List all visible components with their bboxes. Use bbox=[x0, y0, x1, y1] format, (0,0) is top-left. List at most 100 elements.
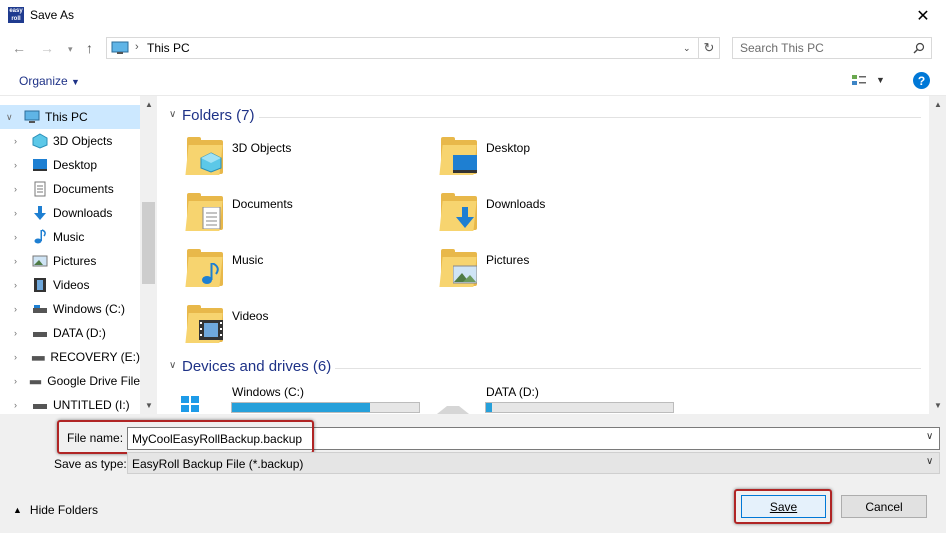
drive-name[interactable]: DATA (D:) bbox=[486, 385, 539, 399]
nav-scrollbar[interactable]: ▲ ▼ bbox=[140, 96, 157, 414]
sidebar-item-google-drive[interactable]: › Google Drive File bbox=[0, 369, 140, 393]
sidebar-item-this-pc[interactable]: ∨ This PC bbox=[0, 105, 140, 129]
address-bar[interactable]: › This PC ⌄ bbox=[106, 37, 720, 59]
close-button[interactable]: ✕ bbox=[900, 0, 946, 31]
folder-name[interactable]: Documents bbox=[232, 197, 293, 211]
sidebar-item-downloads[interactable]: › Downloads bbox=[0, 201, 140, 225]
sidebar-item-windows-c[interactable]: › Windows (C:) bbox=[0, 297, 140, 321]
collapse-group-icon[interactable]: ∨ bbox=[169, 360, 176, 371]
chevron-right-icon: › bbox=[14, 400, 17, 410]
sidebar-item-label: Pictures bbox=[53, 254, 97, 268]
folder-item[interactable] bbox=[439, 137, 479, 177]
chevron-expanded-icon: ∨ bbox=[6, 111, 13, 122]
drives-group-title[interactable]: Devices and drives (6) bbox=[182, 358, 331, 375]
scroll-up-icon[interactable]: ▲ bbox=[934, 100, 942, 109]
organize-button[interactable]: Organize ▼ bbox=[19, 74, 80, 88]
sidebar-item-label: Videos bbox=[53, 278, 90, 292]
folder-name[interactable]: Downloads bbox=[486, 197, 545, 211]
folder-item[interactable] bbox=[185, 137, 225, 177]
chevron-right-icon: › bbox=[14, 304, 17, 314]
folder-name[interactable]: 3D Objects bbox=[232, 141, 291, 155]
folder-item[interactable] bbox=[185, 193, 225, 233]
pc-icon bbox=[111, 41, 129, 54]
folder-name[interactable]: Pictures bbox=[486, 253, 529, 267]
folder-item[interactable] bbox=[439, 249, 479, 289]
drive-icon bbox=[31, 356, 45, 361]
folder-item[interactable] bbox=[185, 305, 225, 345]
folder-item[interactable] bbox=[185, 249, 225, 289]
breadcrumb-separator: › bbox=[135, 41, 139, 53]
music-icon bbox=[202, 263, 219, 284]
file-name-dropdown-icon[interactable]: ∨ bbox=[926, 431, 933, 442]
close-icon: ✕ bbox=[916, 7, 930, 25]
scroll-down-icon[interactable]: ▼ bbox=[934, 401, 942, 410]
address-dropdown-icon[interactable]: ⌄ bbox=[683, 43, 691, 54]
app-icon: easy roll bbox=[8, 7, 24, 23]
sidebar-item-label: Desktop bbox=[53, 158, 98, 172]
folder-name[interactable]: Videos bbox=[232, 309, 268, 323]
sidebar-item-untitled-i[interactable]: › UNTITLED (I:) bbox=[0, 393, 140, 414]
folder-name[interactable]: Desktop bbox=[486, 141, 530, 155]
cancel-button[interactable]: Cancel bbox=[841, 495, 927, 518]
documents-icon bbox=[34, 181, 46, 197]
save-type-dropdown-icon[interactable]: ∨ bbox=[926, 456, 933, 467]
sidebar-item-music[interactable]: › Music bbox=[0, 225, 140, 249]
back-button[interactable]: ← bbox=[12, 40, 26, 56]
refresh-button[interactable]: ↻ bbox=[698, 37, 720, 59]
window-title: Save As bbox=[30, 8, 75, 22]
group-divider bbox=[259, 117, 921, 118]
sidebar-item-desktop[interactable]: › Desktop bbox=[0, 153, 140, 177]
sidebar-item-label: This PC bbox=[45, 110, 88, 124]
chevron-right-icon: › bbox=[14, 208, 17, 218]
folders-group-title[interactable]: Folders (7) bbox=[182, 107, 255, 124]
sidebar-item-label: Music bbox=[53, 230, 85, 244]
folder-name[interactable]: Music bbox=[232, 253, 263, 267]
sidebar-item-3d-objects[interactable]: › 3D Objects bbox=[0, 129, 140, 153]
forward-button[interactable]: → bbox=[40, 40, 54, 56]
pictures-icon bbox=[453, 265, 477, 284]
recent-locations-button[interactable]: ▾ bbox=[68, 44, 73, 55]
drive-icon bbox=[30, 380, 42, 385]
sidebar-item-label: DATA (D:) bbox=[53, 326, 106, 340]
view-options-chevron-icon[interactable]: ▼ bbox=[876, 75, 885, 85]
sidebar-item-recovery-e[interactable]: › RECOVERY (E:) bbox=[0, 345, 140, 369]
drive-usage-fill bbox=[486, 403, 492, 412]
help-icon[interactable]: ? bbox=[913, 72, 930, 89]
sidebar-item-data-d[interactable]: › DATA (D:) bbox=[0, 321, 140, 345]
chevron-right-icon: › bbox=[14, 280, 17, 290]
folder-item[interactable] bbox=[439, 193, 479, 233]
toolbar bbox=[0, 65, 946, 96]
up-button[interactable]: ↑ bbox=[86, 40, 93, 56]
drive-name[interactable]: Windows (C:) bbox=[232, 385, 304, 399]
sidebar-item-label: Google Drive File bbox=[47, 374, 140, 388]
save-type-select[interactable]: EasyRoll Backup File (*.backup) bbox=[127, 452, 940, 474]
search-input[interactable]: Search This PC bbox=[732, 37, 932, 59]
chevron-down-icon: ▼ bbox=[71, 77, 80, 87]
nav-scroll-thumb[interactable] bbox=[142, 202, 155, 284]
hide-folders-toggle[interactable]: ▲ Hide Folders bbox=[13, 503, 98, 517]
change-view-icon[interactable] bbox=[851, 74, 867, 88]
save-type-label: Save as type: bbox=[54, 457, 127, 471]
chevron-right-icon: › bbox=[14, 136, 17, 146]
chevron-right-icon: › bbox=[14, 184, 17, 194]
collapse-group-icon[interactable]: ∨ bbox=[169, 109, 176, 120]
drive-icon bbox=[33, 404, 47, 409]
windows-drive-icon bbox=[181, 396, 199, 412]
sidebar-item-pictures[interactable]: › Pictures bbox=[0, 249, 140, 273]
videos-icon bbox=[199, 320, 223, 340]
sidebar-item-documents[interactable]: › Documents bbox=[0, 177, 140, 201]
refresh-icon: ↻ bbox=[703, 40, 715, 55]
scroll-up-icon[interactable]: ▲ bbox=[145, 100, 153, 109]
drive-usage-bar bbox=[485, 402, 674, 413]
scroll-down-icon[interactable]: ▼ bbox=[145, 401, 153, 410]
sidebar-item-videos[interactable]: › Videos bbox=[0, 273, 140, 297]
sidebar-item-label: Documents bbox=[53, 182, 114, 196]
breadcrumb-location[interactable]: This PC bbox=[147, 41, 190, 55]
cancel-button-label: Cancel bbox=[865, 499, 903, 514]
drive-usage-bar bbox=[231, 402, 420, 413]
sidebar-item-label: Downloads bbox=[53, 206, 113, 220]
drive-icon bbox=[33, 305, 47, 313]
content-scrollbar[interactable]: ▲ ▼ bbox=[929, 96, 946, 414]
videos-icon bbox=[34, 278, 46, 292]
file-name-highlight bbox=[57, 420, 314, 454]
